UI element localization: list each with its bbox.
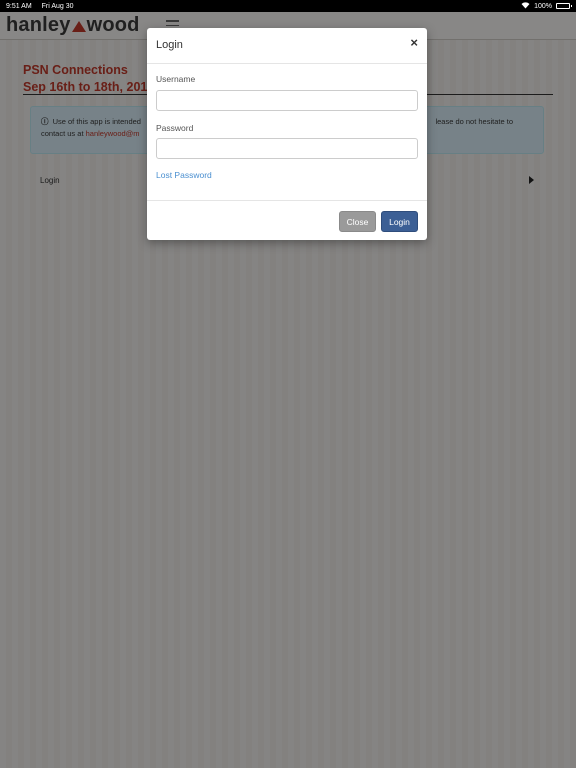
close-icon[interactable]: × <box>410 36 418 50</box>
status-right: 100% <box>521 1 572 11</box>
username-label: Username <box>156 74 196 84</box>
password-input[interactable] <box>156 138 418 159</box>
battery-percent: 100% <box>534 2 552 10</box>
login-button[interactable]: Login <box>381 211 418 232</box>
wifi-icon <box>521 1 530 11</box>
password-label: Password <box>156 123 194 133</box>
status-bar: 9:51 AM Fri Aug 30 100% <box>0 0 576 12</box>
modal-footer: Close Login <box>147 200 427 240</box>
modal-header: Login × <box>147 28 427 64</box>
close-button[interactable]: Close <box>339 211 376 232</box>
modal-title: Login <box>156 39 183 51</box>
status-left: 9:51 AM Fri Aug 30 <box>6 3 82 10</box>
lost-password-link[interactable]: Lost Password <box>156 170 212 180</box>
username-input[interactable] <box>156 90 418 111</box>
battery-icon <box>556 3 572 9</box>
status-date: Fri Aug 30 <box>41 2 74 10</box>
status-time: 9:51 AM <box>6 2 32 10</box>
login-modal: Login × Username Password Lost Password … <box>147 28 427 240</box>
